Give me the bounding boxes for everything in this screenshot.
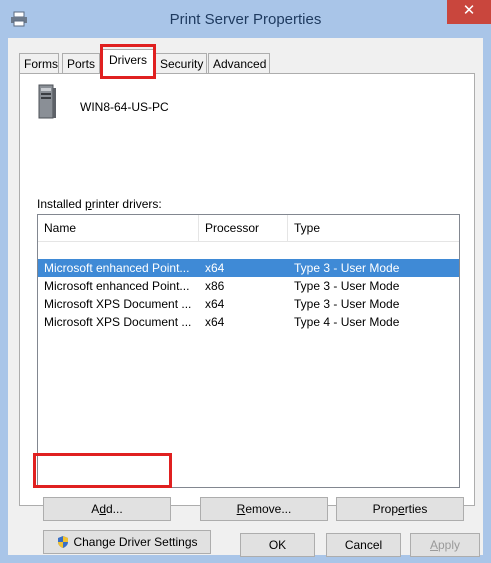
tab-ports[interactable]: Ports: [62, 53, 100, 73]
driver-row[interactable]: Microsoft enhanced Point... x86 Type 3 -…: [38, 277, 459, 295]
highlight-box-drivers-tab: [100, 44, 156, 79]
column-header-name[interactable]: Name: [38, 215, 199, 241]
window-title: Print Server Properties: [169, 11, 322, 28]
remove-button[interactable]: Remove...: [200, 497, 328, 521]
change-driver-settings-button[interactable]: Change Driver Settings: [43, 530, 211, 554]
ok-button[interactable]: OK: [240, 533, 315, 557]
apply-button[interactable]: Apply: [410, 533, 480, 557]
driver-processor: x64: [205, 297, 225, 311]
properties-button[interactable]: Properties: [336, 497, 464, 521]
server-name: WIN8-64-US-PC: [80, 100, 169, 114]
driver-row[interactable]: Microsoft enhanced Point... x64 Type 3 -…: [38, 259, 459, 277]
tab-forms[interactable]: Forms: [19, 53, 59, 73]
driver-type: Type 3 - User Mode: [294, 261, 400, 275]
installed-drivers-label: Installed printer drivers:: [37, 197, 162, 211]
driver-processor: x86: [205, 279, 225, 293]
driver-name: Microsoft XPS Document ...: [44, 315, 192, 329]
drivers-list[interactable]: Name Processor Type Microsoft enhanced P…: [37, 214, 460, 488]
highlight-box-add-button: [33, 453, 172, 488]
driver-processor: x64: [205, 261, 225, 275]
tab-advanced[interactable]: Advanced: [208, 53, 270, 73]
driver-name: Microsoft enhanced Point...: [44, 279, 190, 293]
change-driver-settings-label: Change Driver Settings: [73, 535, 198, 549]
list-header: Name Processor Type: [38, 215, 459, 242]
server-icon: [38, 84, 56, 119]
uac-shield-icon: [58, 536, 69, 548]
driver-type: Type 4 - User Mode: [294, 315, 400, 329]
tab-security[interactable]: Security: [155, 53, 207, 73]
column-header-processor[interactable]: Processor: [199, 215, 288, 241]
driver-type: Type 3 - User Mode: [294, 297, 400, 311]
print-server-properties-window: Print Server Properties ✕ Forms Ports Dr…: [0, 0, 491, 563]
driver-row[interactable]: Microsoft XPS Document ... x64 Type 3 - …: [38, 295, 459, 313]
driver-name: Microsoft enhanced Point...: [44, 261, 190, 275]
add-button[interactable]: Add...: [43, 497, 171, 521]
cancel-button[interactable]: Cancel: [326, 533, 401, 557]
title-bar[interactable]: Print Server Properties ✕: [0, 0, 491, 38]
driver-processor: x64: [205, 315, 225, 329]
drivers-tab-panel: WIN8-64-US-PC Installed printer drivers:…: [19, 73, 475, 554]
driver-type: Type 3 - User Mode: [294, 279, 400, 293]
close-button[interactable]: ✕: [447, 0, 491, 24]
column-header-type[interactable]: Type: [288, 215, 459, 241]
driver-row[interactable]: Microsoft XPS Document ... x64 Type 4 - …: [38, 313, 459, 331]
dialog-client-area: Forms Ports Drivers Security Advanced WI…: [8, 38, 483, 557]
driver-name: Microsoft XPS Document ...: [44, 297, 192, 311]
